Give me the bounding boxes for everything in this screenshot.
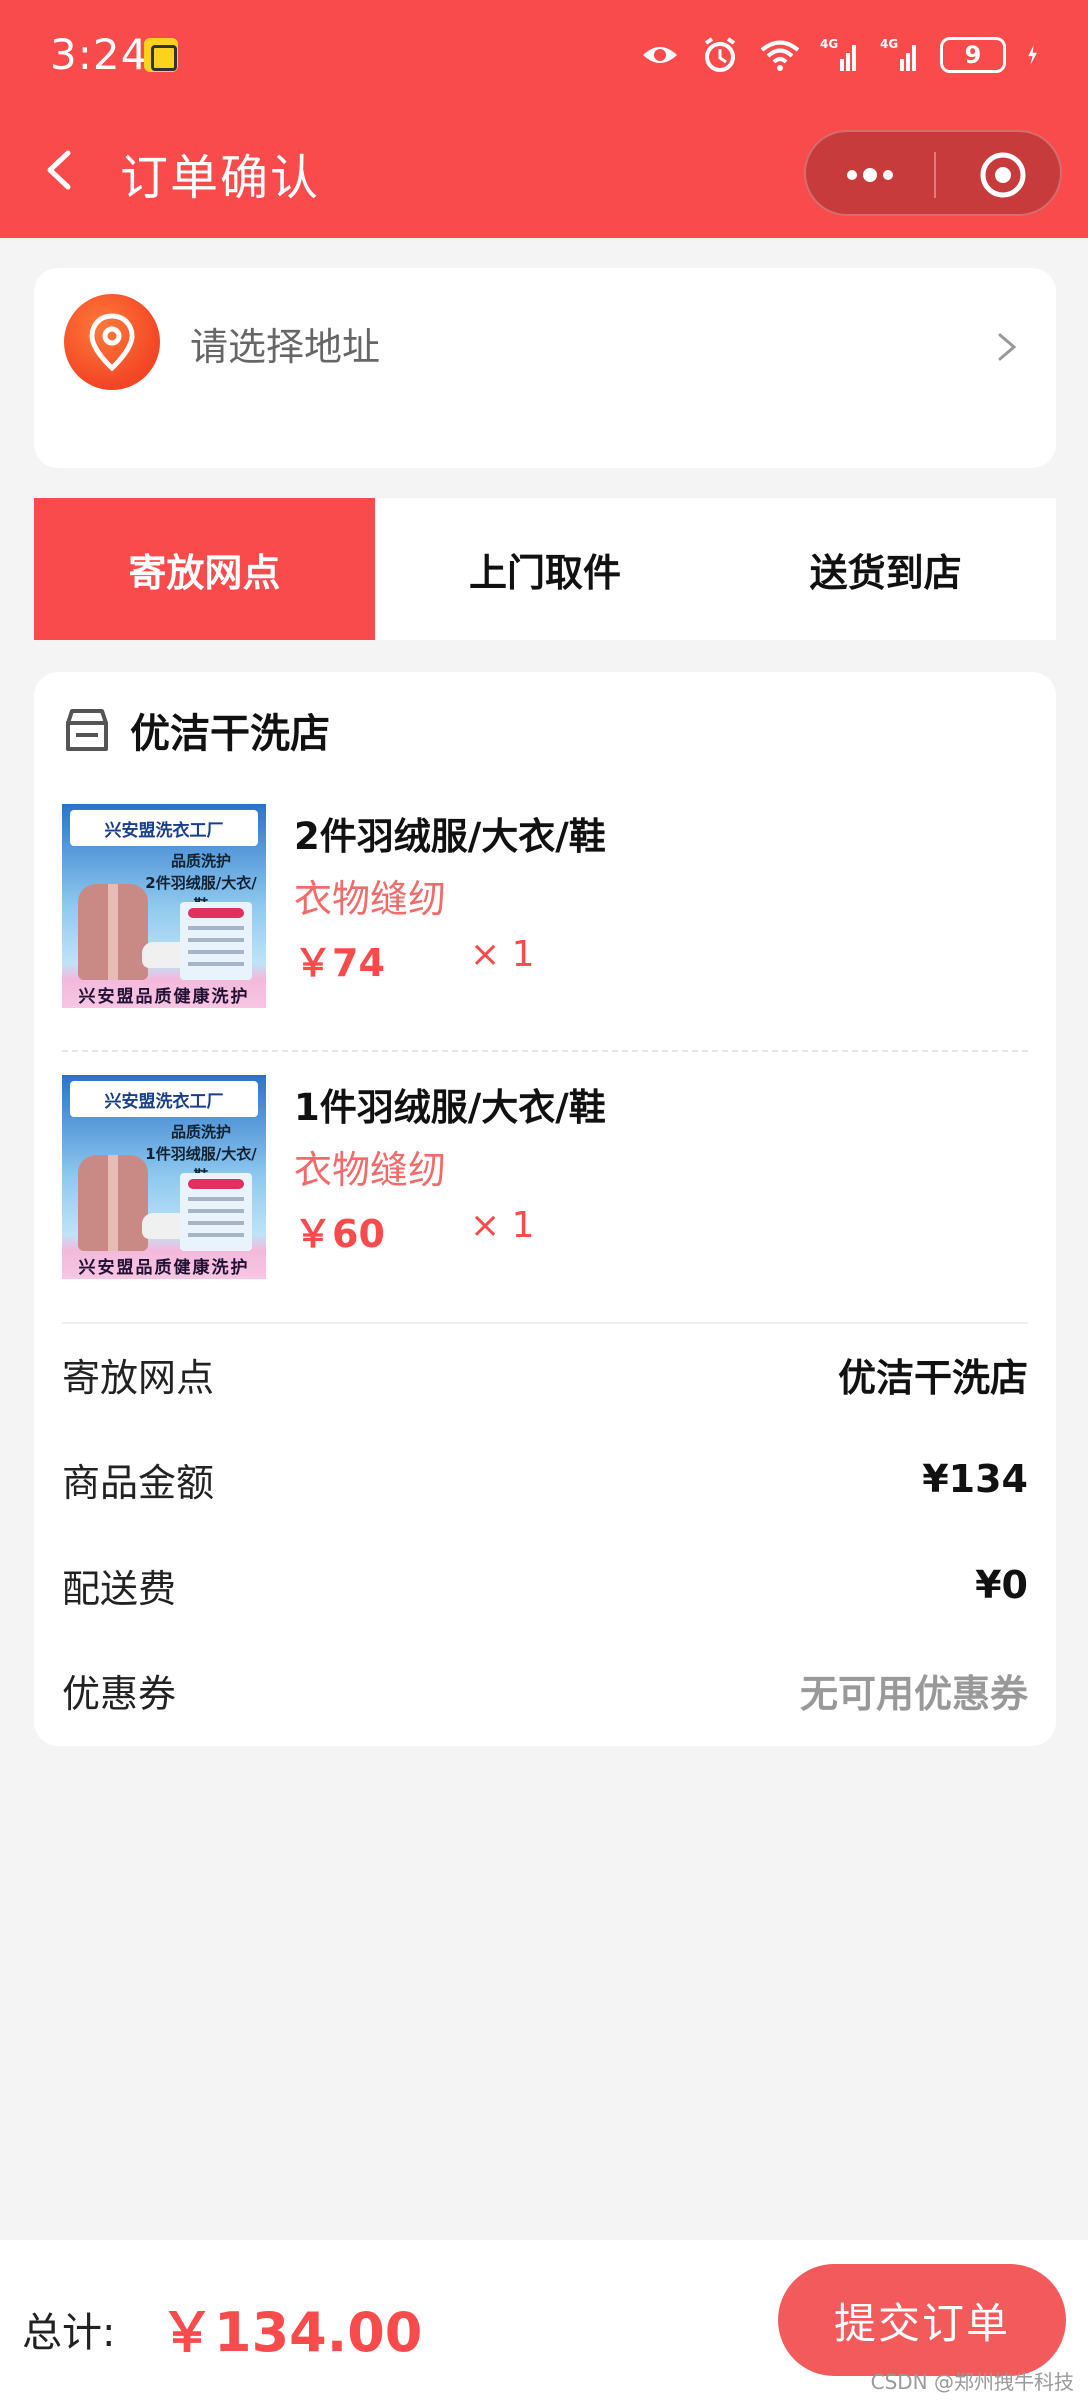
summary-label: 商品金额 — [62, 1460, 215, 1505]
tab-drop-off-point[interactable]: 寄放网点 — [34, 498, 375, 640]
summary-label: 配送费 — [62, 1566, 177, 1611]
tab-deliver-to-store[interactable]: 送货到店 — [715, 498, 1056, 640]
product-image: 兴安盟洗衣工厂 品质洗护 2件羽绒服/大衣/鞋 兴安盟品质健康洗护 — [62, 804, 266, 1008]
order-card: 优洁干洗店 兴安盟洗衣工厂 品质洗护 2件羽绒服/大衣/鞋 兴安盟品质健康洗护 … — [34, 672, 1056, 1746]
item-price: ￥60 — [294, 1212, 385, 1256]
image-caption-line: 品质洗护 — [170, 1123, 231, 1141]
coupon-value[interactable]: 无可用优惠券 — [800, 1663, 1028, 1718]
item-price: ￥74 — [294, 941, 385, 985]
submit-order-button[interactable]: 提交订单 — [778, 2264, 1066, 2376]
info-panel-graphic — [180, 1173, 252, 1251]
capsule-divider — [934, 152, 936, 198]
coat-graphic — [78, 884, 148, 980]
item-title: 2件羽绒服/大衣/鞋 — [294, 815, 606, 858]
page-title: 订单确认 — [120, 150, 321, 206]
total-price: ￥134.00 — [160, 2301, 423, 2364]
svg-text:4G: 4G — [880, 37, 898, 51]
item-service: 衣物缝纫 — [294, 877, 447, 921]
wifi-icon — [760, 40, 800, 71]
product-image: 兴安盟洗衣工厂 品质洗护 1件羽绒服/大衣/鞋 兴安盟品质健康洗护 — [62, 1075, 266, 1279]
battery-icon: 9 — [940, 37, 1006, 73]
chevron-right-icon — [998, 333, 1017, 361]
coat-graphic — [78, 1155, 148, 1251]
status-time: 3:24 — [50, 30, 149, 79]
location-pin-icon — [64, 294, 160, 390]
summary-value: ¥0 — [975, 1563, 1028, 1607]
more-options-icon[interactable] — [840, 160, 900, 190]
summary-row-delivery-fee: 配送费 ¥0 — [62, 1555, 1028, 1615]
charging-icon — [1028, 45, 1037, 65]
close-miniprogram-icon[interactable] — [978, 150, 1028, 200]
eye-icon — [643, 47, 677, 63]
address-placeholder: 请选择地址 — [190, 325, 381, 369]
header-bar: 3:24 4G 4G 9 订单确认 — [0, 0, 1088, 238]
watermark: CSDN @郑州拽牛科技 — [870, 2370, 1074, 2394]
summary-row-coupon[interactable]: 优惠券 无可用优惠券 — [62, 1660, 1028, 1720]
summary-value: ¥134 — [922, 1457, 1028, 1501]
back-arrow-icon[interactable] — [42, 150, 76, 190]
summary-row-store: 寄放网点 优洁干洗店 — [62, 1344, 1028, 1404]
delivery-mode-tabs: 寄放网点 上门取件 送货到店 — [34, 498, 1056, 640]
signal-4g-icon: 4G — [820, 37, 856, 71]
item-title: 1件羽绒服/大衣/鞋 — [294, 1086, 606, 1129]
store-header: 优洁干洗店 — [62, 700, 330, 760]
svg-text:4G: 4G — [820, 37, 838, 51]
summary-row-amount: 商品金额 ¥134 — [62, 1449, 1028, 1509]
total-label: 总计: — [22, 2310, 116, 2356]
item-divider — [62, 1050, 1028, 1052]
miniprogram-capsule — [804, 130, 1062, 216]
item-quantity: × 1 — [470, 934, 535, 975]
signal-4g-icon: 4G — [880, 37, 916, 71]
info-panel-graphic — [180, 902, 252, 980]
summary-label: 优惠券 — [62, 1671, 177, 1716]
image-caption-bottom: 兴安盟品质健康洗护 — [78, 1257, 250, 1278]
image-caption-bottom: 兴安盟品质健康洗护 — [78, 986, 250, 1007]
store-icon — [66, 709, 108, 751]
item-quantity: × 1 — [470, 1205, 535, 1246]
list-item: 兴安盟洗衣工厂 品质洗护 1件羽绒服/大衣/鞋 兴安盟品质健康洗护 1件羽绒服/… — [62, 1075, 1028, 1295]
image-caption-top: 兴安盟洗衣工厂 — [70, 1081, 258, 1117]
section-divider — [62, 1322, 1028, 1324]
list-item: 兴安盟洗衣工厂 品质洗护 2件羽绒服/大衣/鞋 兴安盟品质健康洗护 2件羽绒服/… — [62, 804, 1028, 1024]
tab-home-pickup[interactable]: 上门取件 — [375, 498, 716, 640]
status-icons: 4G 4G 9 — [640, 30, 1048, 80]
address-selector[interactable]: 请选择地址 — [34, 268, 1056, 468]
alarm-icon — [704, 37, 736, 72]
store-name: 优洁干洗店 — [130, 711, 330, 757]
summary-label: 寄放网点 — [62, 1355, 215, 1400]
image-caption-line: 品质洗护 — [170, 852, 231, 870]
app-badge-icon — [144, 38, 178, 72]
item-service: 衣物缝纫 — [294, 1148, 447, 1192]
summary-value: 优洁干洗店 — [837, 1355, 1028, 1400]
image-caption-top: 兴安盟洗衣工厂 — [70, 810, 258, 846]
